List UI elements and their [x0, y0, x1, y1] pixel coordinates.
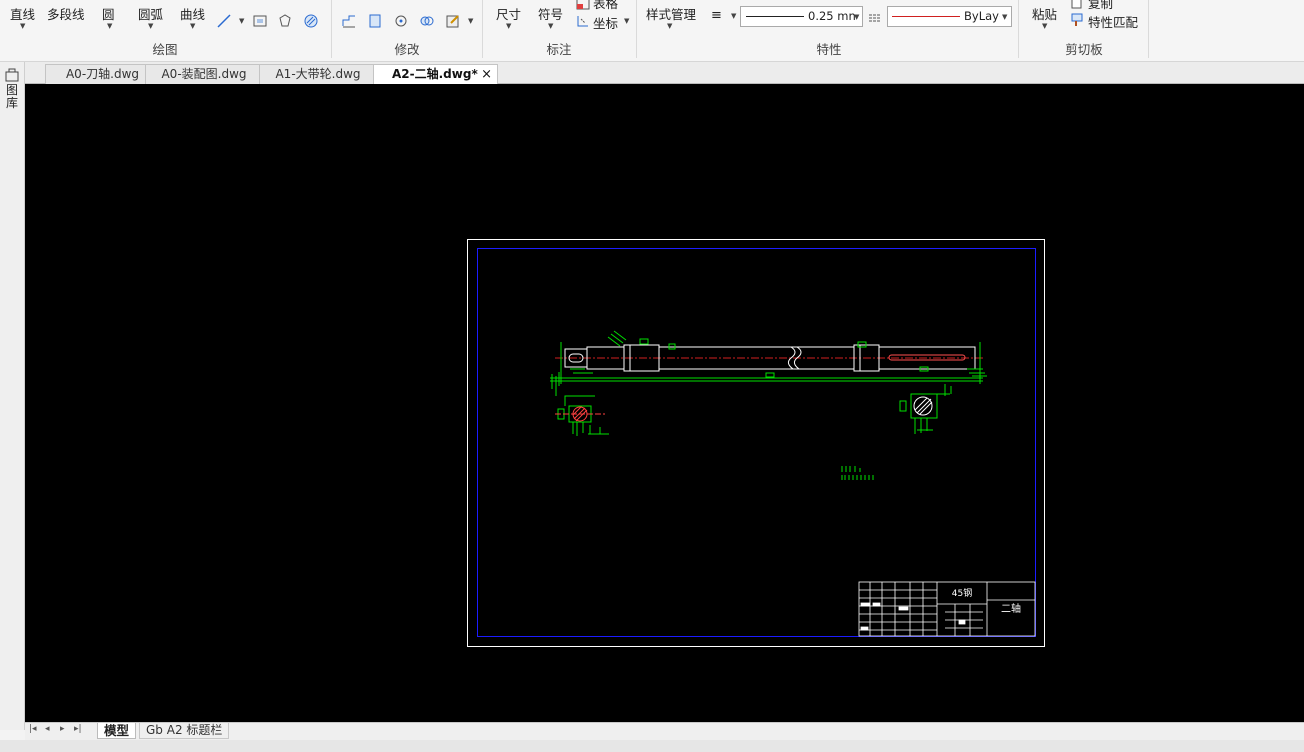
cad-viewport: 45钢 二轴 [467, 239, 1045, 647]
table-icon[interactable] [575, 0, 591, 11]
shaft-main-view [550, 330, 987, 396]
hatch-icon[interactable] [303, 13, 319, 29]
tab-model[interactable]: 模型 [97, 723, 137, 739]
library-icon[interactable] [5, 68, 20, 82]
title-block-material: 45钢 [952, 587, 972, 599]
linetype-icon [869, 14, 881, 22]
symbol-tool[interactable]: 符号 [538, 4, 563, 23]
last-layout-icon[interactable]: ▸| [74, 724, 82, 734]
curve-dropdown-arrow[interactable]: ▼ [190, 22, 195, 30]
rectangle-icon[interactable] [252, 13, 268, 29]
chevron-down-icon: ▼ [854, 13, 860, 21]
polyline-tool[interactable]: 多段线 [47, 4, 85, 23]
status-bar [0, 740, 1304, 752]
divider [482, 0, 483, 58]
dimension-tool[interactable]: 尺寸 [496, 4, 521, 23]
linetype-value: ByLay‹ [964, 9, 1000, 23]
mirror-icon[interactable] [367, 13, 383, 29]
library-tab-label[interactable]: 图库 [6, 84, 19, 110]
annotate-group-label: 标注 [546, 42, 572, 57]
tab-a1-big-pulley[interactable]: A1-大带轮.dwg [259, 64, 377, 84]
divider [1018, 0, 1019, 58]
close-icon[interactable]: × [481, 65, 492, 84]
rotate-icon[interactable] [393, 13, 409, 29]
section-view-right [899, 384, 952, 434]
match-properties-button[interactable]: 特性匹配 [1088, 12, 1138, 31]
arc-dropdown-arrow[interactable]: ▼ [148, 22, 153, 30]
tab-a0-assembly[interactable]: A0-装配图.dwg [145, 64, 263, 84]
style-manager-button[interactable]: 样式管理 [646, 4, 696, 23]
match-properties-icon[interactable] [1069, 12, 1085, 28]
divider [1148, 0, 1149, 58]
next-layout-icon[interactable]: ▸ [60, 724, 65, 734]
lineweight-icon: ≡ [711, 8, 722, 23]
title-block-part-name: 二轴 [1001, 602, 1021, 615]
lineweight-sample [746, 16, 804, 17]
draw-group-label: 绘图 [152, 42, 178, 57]
circle-dropdown-arrow[interactable]: ▼ [107, 22, 112, 30]
drawing-canvas[interactable]: 45钢 二轴 [25, 84, 1304, 722]
symbol-dropdown-arrow[interactable]: ▼ [548, 22, 553, 30]
polygon-icon[interactable] [277, 13, 293, 29]
first-layout-icon[interactable]: |◂ [29, 724, 37, 734]
section-view-left [555, 395, 609, 436]
previous-layout-icon[interactable]: ◂ [45, 724, 50, 734]
construction-line-icon[interactable] [216, 13, 232, 29]
library-sidebar: 图库 [0, 62, 25, 730]
coordinate-tool[interactable]: 坐标 [593, 13, 618, 32]
circle-tool[interactable]: 圆 [102, 4, 115, 23]
tab-a0-cutter-shaft[interactable]: A0-刀轴.dwg [45, 64, 160, 84]
copy-button[interactable]: 复制 [1088, 0, 1113, 12]
layout-tab-bar: |◂ ◂ ▸ ▸| 模型 Gb A2 标题栏 [25, 722, 1304, 740]
linetype-select[interactable]: ByLay‹ ▼ [887, 6, 1012, 27]
lineweight-icon-arrow[interactable]: ▼ [731, 12, 736, 20]
line-dropdown-arrow[interactable]: ▼ [20, 22, 25, 30]
paste-dropdown-arrow[interactable]: ▼ [1042, 22, 1047, 30]
tab-a2-second-shaft[interactable]: A2-二轴.dwg* × [373, 64, 498, 84]
document-tabs: A0-刀轴.dwg A0-装配图.dwg A1-大带轮.dwg A2-二轴.dw… [25, 62, 1304, 84]
dimension-dropdown-arrow[interactable]: ▼ [506, 22, 511, 30]
technical-notes [841, 466, 874, 480]
divider [331, 0, 332, 58]
divider [636, 0, 637, 58]
chevron-down-icon: ▼ [1002, 13, 1008, 21]
curve-tool[interactable]: 曲线 [180, 4, 205, 23]
copy-icon[interactable] [1069, 0, 1085, 10]
edit-icon[interactable] [445, 13, 461, 29]
coordinate-dropdown-arrow[interactable]: ▼ [624, 17, 629, 25]
arc-tool[interactable]: 圆弧 [138, 4, 163, 23]
modify-dropdown-arrow[interactable]: ▼ [468, 17, 473, 25]
sheet-outer-frame [467, 239, 1045, 647]
lineweight-select[interactable]: 0.25 mn ▼ [740, 6, 863, 27]
table-tool[interactable]: 表格 [593, 0, 618, 12]
sheet-inner-frame [477, 248, 1036, 637]
offset-icon[interactable] [341, 13, 357, 29]
line-tool[interactable]: 直线 [10, 4, 35, 23]
style-manager-dropdown-arrow[interactable]: ▼ [667, 22, 672, 30]
line-type-dropdown-arrow[interactable]: ▼ [239, 17, 244, 25]
lineweight-value: 0.25 mn [808, 9, 856, 23]
tab-gb-a2-layout[interactable]: Gb A2 标题栏 [139, 723, 230, 739]
clipboard-group-label: 剪切板 [1065, 42, 1103, 57]
ribbon: 直线 ▼ 多段线 圆 ▼ 圆弧 ▼ 曲线 ▼ ▼ 绘图 ▼ 修改 尺寸 ▼ 符号… [0, 0, 1304, 62]
linetype-sample [892, 16, 960, 17]
coordinate-icon[interactable] [575, 13, 591, 29]
paste-button[interactable]: 粘贴 [1032, 4, 1057, 23]
array-icon[interactable] [419, 13, 435, 29]
modify-group-label: 修改 [394, 42, 420, 57]
tab-label: A2-二轴.dwg* [392, 67, 478, 81]
properties-group-label: 特性 [816, 42, 842, 57]
